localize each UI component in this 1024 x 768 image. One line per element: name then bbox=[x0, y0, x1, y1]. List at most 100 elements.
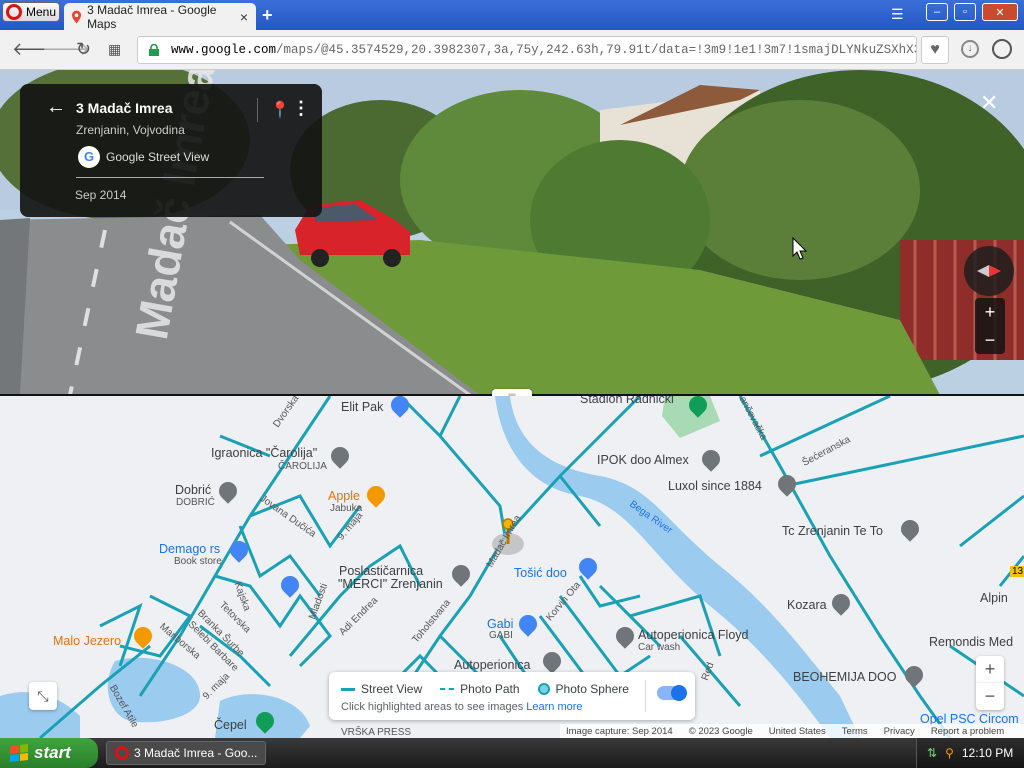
google-logo-icon: G bbox=[78, 146, 100, 168]
street-view-legend: Street View Photo Path Photo Sphere Clic… bbox=[329, 672, 695, 720]
taskbar-item-opera[interactable]: 3 Madač Imrea - Goo... bbox=[106, 741, 266, 765]
map-label[interactable]: Malo Jezero bbox=[53, 634, 121, 648]
close-street-view-icon[interactable]: ✕ bbox=[980, 90, 998, 116]
browser-title-bar: Menu 3 Madač Imrea - Google Maps × + ☰ –… bbox=[0, 0, 1024, 31]
tab-google-maps[interactable]: 3 Madač Imrea - Google Maps × bbox=[64, 2, 256, 31]
map-zoom-out-button[interactable]: − bbox=[976, 683, 1004, 710]
map-label[interactable]: Gabi bbox=[487, 617, 513, 631]
map-zoom-in-button[interactable]: + bbox=[976, 656, 1004, 683]
copyright-text: © 2023 Google bbox=[688, 725, 753, 737]
place-subtitle: Zrenjanin, Vojvodina bbox=[76, 123, 185, 137]
new-tab-button[interactable]: + bbox=[262, 5, 273, 26]
map-label[interactable]: Igraonica "Čarolija" bbox=[211, 446, 317, 460]
profile-avatar-icon[interactable] bbox=[992, 39, 1012, 59]
map-label[interactable]: Čepel bbox=[214, 718, 247, 732]
place-info-card: ← 3 Madač Imrea Zrenjanin, Vojvodina G G… bbox=[20, 84, 322, 217]
opera-logo-icon bbox=[6, 4, 22, 20]
place-title: 3 Madač Imrea bbox=[76, 100, 173, 116]
divider bbox=[257, 98, 258, 122]
map-label[interactable]: Tc Zrenjanin Te To bbox=[782, 524, 883, 538]
url-host: www.google.com bbox=[171, 43, 277, 57]
clock[interactable]: 12:10 PM bbox=[962, 746, 1013, 760]
compass-icon[interactable] bbox=[964, 246, 1014, 296]
map-label: DOBRIĆ bbox=[176, 497, 215, 508]
opera-menu-button[interactable]: Menu bbox=[2, 2, 60, 22]
map-label[interactable]: IPOK doo Almex bbox=[597, 453, 689, 467]
taskbar-item-label: 3 Madač Imrea - Goo... bbox=[134, 746, 258, 760]
tab-list-icon[interactable]: ☰ bbox=[891, 6, 904, 23]
url-path: /maps/@45.3574529,20.3982307,3a,75y,242.… bbox=[276, 43, 916, 57]
map-label[interactable]: Poslastičarnica bbox=[339, 564, 423, 578]
map-label: Book store bbox=[174, 556, 222, 567]
close-window-button[interactable]: ✕ bbox=[982, 3, 1018, 21]
map-view[interactable]: Elit Pak Stadion Radnički Pančevačka Igr… bbox=[0, 396, 1024, 738]
capture-date-link[interactable]: Sep 2014 bbox=[75, 188, 126, 202]
collapse-map-icon[interactable]: ⤡ bbox=[29, 682, 57, 710]
line-swatch-icon bbox=[341, 687, 355, 691]
map-label[interactable]: Tošić doo bbox=[514, 566, 567, 580]
search-icon[interactable]: ⚲ bbox=[945, 746, 954, 760]
map-label[interactable]: Autoperionica bbox=[454, 658, 530, 672]
windows-logo-icon bbox=[10, 744, 28, 762]
divider bbox=[76, 177, 264, 178]
report-problem-link[interactable]: Report a problem bbox=[931, 726, 1004, 737]
legend-photo-sphere: Photo Sphere bbox=[537, 682, 629, 696]
image-capture-text: Image capture: Sep 2014 bbox=[566, 725, 673, 737]
map-label[interactable]: Alpin bbox=[980, 591, 1008, 605]
terms-link[interactable]: Terms bbox=[842, 726, 868, 737]
legend-hint: Click highlighted areas to see images Le… bbox=[341, 701, 583, 713]
pano-zoom-out-button[interactable]: − bbox=[975, 326, 1005, 354]
map-label[interactable]: Stadion Radnički bbox=[580, 396, 674, 406]
map-label[interactable]: Luxol since 1884 bbox=[668, 479, 762, 493]
tab-title: 3 Madač Imrea - Google Maps bbox=[87, 2, 217, 31]
speed-dial-icon[interactable]: ▦ bbox=[108, 41, 121, 58]
map-label[interactable]: Dobrić bbox=[175, 483, 211, 497]
coverage-toggle[interactable] bbox=[657, 685, 687, 701]
opera-logo-icon bbox=[115, 746, 129, 760]
route-shield: 13 bbox=[1010, 566, 1024, 577]
privacy-link[interactable]: Privacy bbox=[884, 726, 915, 737]
provider-label: Google Street View bbox=[106, 150, 210, 164]
reload-icon[interactable]: ↻ bbox=[76, 39, 91, 60]
windows-taskbar: start 3 Madač Imrea - Goo... ⇅ ⚲ 12:10 P… bbox=[0, 738, 1024, 768]
compass-needle-icon bbox=[977, 265, 1001, 277]
map-label[interactable]: Apple bbox=[328, 489, 360, 503]
start-button[interactable]: start bbox=[0, 738, 98, 768]
sphere-swatch-icon bbox=[537, 683, 550, 695]
legend-street-view: Street View bbox=[341, 682, 422, 696]
url-field[interactable]: www.google.com/maps/@45.3574529,20.39823… bbox=[137, 36, 917, 64]
map-label: GABI bbox=[489, 630, 513, 641]
maximize-button[interactable]: ▫ bbox=[954, 3, 976, 21]
map-label: ČAROLIJA bbox=[278, 461, 327, 472]
map-pin-icon[interactable]: 📍 bbox=[270, 100, 290, 120]
network-icon[interactable]: ⇅ bbox=[927, 746, 937, 760]
google-maps-favicon-icon bbox=[72, 10, 82, 23]
minimize-button[interactable]: – bbox=[926, 3, 948, 21]
more-options-icon[interactable]: ⋮ bbox=[292, 98, 310, 119]
menu-label: Menu bbox=[26, 5, 57, 19]
bookmark-heart-icon[interactable]: ♥ bbox=[921, 36, 949, 64]
address-bar: 🡐 🡒 ↻ ▦ www.google.com/maps/@45.3574529,… bbox=[0, 30, 1024, 70]
tab-close-icon[interactable]: × bbox=[240, 9, 248, 25]
map-label: "MERCI" Zrenjanin bbox=[338, 577, 443, 591]
legend-photo-path: Photo Path bbox=[440, 682, 520, 696]
dashed-line-swatch-icon bbox=[440, 688, 455, 690]
learn-more-link[interactable]: Learn more bbox=[526, 701, 582, 713]
street-view-panorama[interactable]: Madač Imrea ← 3 Madač Imrea Zrenjanin, V… bbox=[0, 70, 1024, 395]
map-label[interactable]: Autoperionica Floyd bbox=[638, 628, 748, 642]
map-label[interactable]: BEOHEMIJA DOO bbox=[793, 670, 897, 684]
map-label[interactable]: Kozara bbox=[787, 598, 827, 612]
map-label[interactable]: Demago rs bbox=[159, 542, 220, 556]
download-icon[interactable]: ↓ bbox=[961, 40, 979, 58]
divider bbox=[645, 680, 646, 712]
back-arrow-icon[interactable]: ← bbox=[46, 96, 66, 119]
map-label: VRŠKA PRESS bbox=[341, 727, 412, 738]
lock-icon bbox=[149, 44, 159, 56]
system-tray: ⇅ ⚲ 12:10 PM bbox=[916, 738, 1024, 768]
map-label: Car wash bbox=[638, 642, 681, 653]
pano-zoom-in-button[interactable]: + bbox=[975, 298, 1005, 326]
map-label[interactable]: Remondis Med bbox=[929, 635, 1013, 649]
country-link[interactable]: United States bbox=[769, 726, 826, 737]
start-label: start bbox=[34, 743, 71, 762]
map-label[interactable]: Elit Pak bbox=[341, 400, 383, 414]
